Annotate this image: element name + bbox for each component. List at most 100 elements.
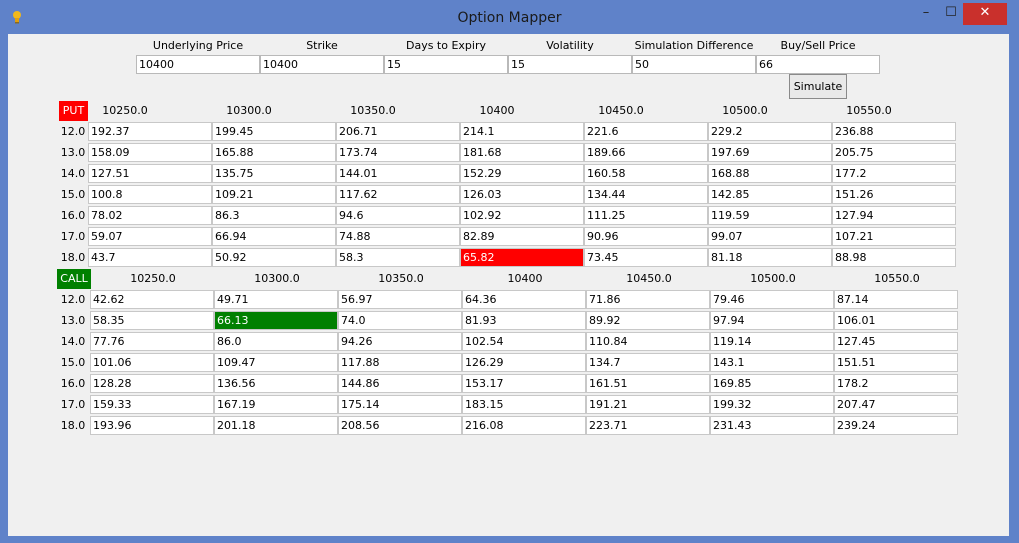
- call-price-cell[interactable]: 183.15: [462, 395, 586, 414]
- call-price-cell[interactable]: 110.84: [586, 332, 710, 351]
- put-price-cell[interactable]: 152.29: [460, 164, 584, 183]
- put-price-cell[interactable]: 43.7: [88, 248, 212, 267]
- call-price-cell[interactable]: 56.97: [338, 290, 462, 309]
- put-price-cell[interactable]: 197.69: [708, 143, 832, 162]
- put-price-cell[interactable]: 206.71: [336, 122, 460, 141]
- put-price-cell[interactable]: 58.3: [336, 248, 460, 267]
- maximize-button[interactable]: ☐: [940, 3, 962, 25]
- call-price-cell[interactable]: 191.21: [586, 395, 710, 414]
- put-price-cell[interactable]: 99.07: [708, 227, 832, 246]
- call-price-cell[interactable]: 94.26: [338, 332, 462, 351]
- call-price-cell[interactable]: 161.51: [586, 374, 710, 393]
- close-button[interactable]: ✕: [963, 3, 1007, 25]
- put-price-cell[interactable]: 102.92: [460, 206, 584, 225]
- put-price-cell[interactable]: 158.09: [88, 143, 212, 162]
- put-price-cell[interactable]: 127.51: [88, 164, 212, 183]
- put-price-cell[interactable]: 94.6: [336, 206, 460, 225]
- call-price-cell[interactable]: 119.14: [710, 332, 834, 351]
- call-price-cell[interactable]: 136.56: [214, 374, 338, 393]
- put-price-cell[interactable]: 173.74: [336, 143, 460, 162]
- put-price-cell[interactable]: 78.02: [88, 206, 212, 225]
- put-price-cell[interactable]: 192.37: [88, 122, 212, 141]
- put-price-cell[interactable]: 177.2: [832, 164, 956, 183]
- put-price-cell[interactable]: 160.58: [584, 164, 708, 183]
- call-price-cell[interactable]: 178.2: [834, 374, 958, 393]
- call-price-cell[interactable]: 106.01: [834, 311, 958, 330]
- call-price-cell[interactable]: 208.56: [338, 416, 462, 435]
- call-price-cell[interactable]: 167.19: [214, 395, 338, 414]
- put-price-cell[interactable]: 151.26: [832, 185, 956, 204]
- put-price-cell[interactable]: 181.68: [460, 143, 584, 162]
- call-price-cell[interactable]: 169.85: [710, 374, 834, 393]
- put-price-cell[interactable]: 236.88: [832, 122, 956, 141]
- put-price-cell[interactable]: 111.25: [584, 206, 708, 225]
- call-price-cell[interactable]: 109.47: [214, 353, 338, 372]
- call-price-cell[interactable]: 97.94: [710, 311, 834, 330]
- call-price-cell[interactable]: 58.35: [90, 311, 214, 330]
- put-price-cell[interactable]: 100.8: [88, 185, 212, 204]
- put-price-cell[interactable]: 221.6: [584, 122, 708, 141]
- call-price-cell[interactable]: 128.28: [90, 374, 214, 393]
- call-price-cell[interactable]: 86.0: [214, 332, 338, 351]
- call-price-cell[interactable]: 207.47: [834, 395, 958, 414]
- call-price-cell[interactable]: 199.32: [710, 395, 834, 414]
- put-price-cell[interactable]: 126.03: [460, 185, 584, 204]
- call-price-cell[interactable]: 89.92: [586, 311, 710, 330]
- put-price-cell[interactable]: 90.96: [584, 227, 708, 246]
- put-price-cell[interactable]: 65.82: [460, 248, 584, 267]
- call-price-cell[interactable]: 64.36: [462, 290, 586, 309]
- call-price-cell[interactable]: 193.96: [90, 416, 214, 435]
- put-price-cell[interactable]: 142.85: [708, 185, 832, 204]
- call-price-cell[interactable]: 144.86: [338, 374, 462, 393]
- put-price-cell[interactable]: 214.1: [460, 122, 584, 141]
- put-price-cell[interactable]: 88.98: [832, 248, 956, 267]
- put-price-cell[interactable]: 82.89: [460, 227, 584, 246]
- put-price-cell[interactable]: 165.88: [212, 143, 336, 162]
- minimize-button[interactable]: –: [915, 3, 937, 25]
- put-price-cell[interactable]: 50.92: [212, 248, 336, 267]
- days-to-expiry-input[interactable]: [384, 55, 508, 74]
- call-price-cell[interactable]: 175.14: [338, 395, 462, 414]
- put-price-cell[interactable]: 134.44: [584, 185, 708, 204]
- simulate-button[interactable]: Simulate: [789, 74, 847, 99]
- put-price-cell[interactable]: 59.07: [88, 227, 212, 246]
- call-price-cell[interactable]: 117.88: [338, 353, 462, 372]
- put-price-cell[interactable]: 199.45: [212, 122, 336, 141]
- simulation-difference-input[interactable]: [632, 55, 756, 74]
- put-price-cell[interactable]: 205.75: [832, 143, 956, 162]
- call-price-cell[interactable]: 71.86: [586, 290, 710, 309]
- put-price-cell[interactable]: 66.94: [212, 227, 336, 246]
- call-price-cell[interactable]: 49.71: [214, 290, 338, 309]
- call-price-cell[interactable]: 87.14: [834, 290, 958, 309]
- call-price-cell[interactable]: 74.0: [338, 311, 462, 330]
- put-price-cell[interactable]: 86.3: [212, 206, 336, 225]
- title-bar[interactable]: Option Mapper – ☐ ✕: [0, 0, 1019, 34]
- put-price-cell[interactable]: 144.01: [336, 164, 460, 183]
- call-price-cell[interactable]: 151.51: [834, 353, 958, 372]
- call-price-cell[interactable]: 42.62: [90, 290, 214, 309]
- put-price-cell[interactable]: 107.21: [832, 227, 956, 246]
- call-price-cell[interactable]: 153.17: [462, 374, 586, 393]
- put-price-cell[interactable]: 109.21: [212, 185, 336, 204]
- put-price-cell[interactable]: 229.2: [708, 122, 832, 141]
- call-price-cell[interactable]: 201.18: [214, 416, 338, 435]
- strike-input[interactable]: [260, 55, 384, 74]
- put-price-cell[interactable]: 117.62: [336, 185, 460, 204]
- call-price-cell[interactable]: 223.71: [586, 416, 710, 435]
- call-price-cell[interactable]: 79.46: [710, 290, 834, 309]
- call-price-cell[interactable]: 101.06: [90, 353, 214, 372]
- buy-sell-price-input[interactable]: [756, 55, 880, 74]
- call-price-cell[interactable]: 159.33: [90, 395, 214, 414]
- call-price-cell[interactable]: 143.1: [710, 353, 834, 372]
- put-price-cell[interactable]: 119.59: [708, 206, 832, 225]
- put-price-cell[interactable]: 81.18: [708, 248, 832, 267]
- put-price-cell[interactable]: 189.66: [584, 143, 708, 162]
- underlying-price-input[interactable]: [136, 55, 260, 74]
- call-price-cell[interactable]: 126.29: [462, 353, 586, 372]
- put-price-cell[interactable]: 135.75: [212, 164, 336, 183]
- call-price-cell[interactable]: 239.24: [834, 416, 958, 435]
- call-price-cell[interactable]: 216.08: [462, 416, 586, 435]
- call-price-cell[interactable]: 66.13: [214, 311, 338, 330]
- put-price-cell[interactable]: 168.88: [708, 164, 832, 183]
- put-price-cell[interactable]: 73.45: [584, 248, 708, 267]
